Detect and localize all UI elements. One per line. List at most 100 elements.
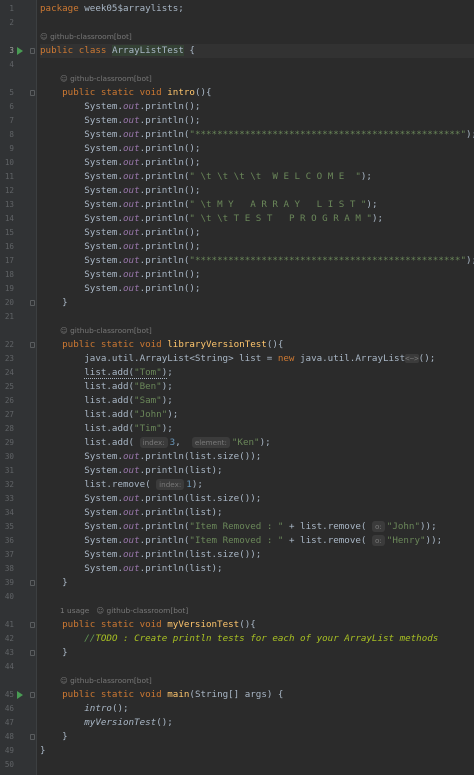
code-line[interactable]: list.remove( index: 1);: [40, 478, 203, 492]
run-icon[interactable]: [17, 691, 23, 699]
line-gutter[interactable]: 1 2 3 4 5 6 7 8 9 10 11 12 13 14 15 16 17 18 19 20 21 22 23 24 2…: [0, 0, 37, 775]
code-line[interactable]: list.add("Sam");: [40, 394, 173, 408]
author-hint[interactable]: ☺ github-classroom[bot]: [60, 72, 152, 86]
line-number: 36: [4, 536, 14, 545]
code-line[interactable]: System.out.println(list.size());: [40, 492, 261, 506]
line-number: 8: [9, 130, 14, 139]
code-line[interactable]: System.out.println();: [40, 114, 200, 128]
code-line[interactable]: System.out.println("********************…: [40, 254, 474, 268]
line-number: 47: [4, 718, 14, 727]
code-line[interactable]: System.out.println(list.size());: [40, 450, 261, 464]
line-number: 40: [4, 592, 14, 601]
author-hint: github-classroom[bot]: [106, 606, 189, 615]
line-number: 33: [4, 494, 14, 503]
usage-count-hint: 1 usage: [60, 606, 90, 615]
code-line[interactable]: System.out.println();: [40, 156, 200, 170]
code-line[interactable]: System.out.println();: [40, 226, 200, 240]
code-line[interactable]: }: [40, 296, 68, 310]
line-number: 38: [4, 564, 14, 573]
usages-author-hint[interactable]: 1 usage ☺ github-classroom[bot]: [60, 604, 188, 618]
code-line[interactable]: System.out.println();: [40, 268, 200, 282]
line-number: 7: [9, 116, 14, 125]
code-line[interactable]: System.out.println(list);: [40, 506, 222, 520]
line-number: 18: [4, 270, 14, 279]
line-number: 17: [4, 256, 14, 265]
line-number: 45: [4, 690, 14, 699]
line-number: 4: [9, 60, 14, 69]
code-line[interactable]: System.out.println(" \t \t T E S T P R O…: [40, 212, 383, 226]
line-number: 46: [4, 704, 14, 713]
code-line[interactable]: list.add("Tom");: [40, 366, 173, 380]
line-number: 39: [4, 578, 14, 587]
code-line[interactable]: intro();: [40, 702, 128, 716]
code-line[interactable]: public static void libraryVersionTest(){: [40, 338, 283, 352]
code-line[interactable]: System.out.println(" \t M Y A R R A Y L …: [40, 198, 377, 212]
code-line[interactable]: System.out.println("Item Removed : " + l…: [40, 520, 437, 534]
person-icon: ☺: [60, 676, 68, 685]
line-number: 32: [4, 480, 14, 489]
person-icon: ☺: [96, 606, 105, 615]
line-number: 15: [4, 228, 14, 237]
code-line[interactable]: public static void main(String[] args) {: [40, 688, 283, 702]
code-line[interactable]: System.out.println(list.size());: [40, 548, 261, 562]
line-number: 23: [4, 354, 14, 363]
code-line[interactable]: list.add("John");: [40, 408, 178, 422]
person-icon: ☺: [40, 32, 48, 41]
fold-icon[interactable]: [30, 90, 35, 96]
fold-icon[interactable]: [30, 300, 35, 306]
run-icon[interactable]: [17, 47, 23, 55]
code-line[interactable]: java.util.ArrayList<String> list = new j…: [40, 352, 435, 366]
line-number: 48: [4, 732, 14, 741]
code-line[interactable]: public class ArrayListTest {: [40, 44, 474, 58]
line-number: 49: [4, 746, 14, 755]
line-number: 44: [4, 662, 14, 671]
fold-icon[interactable]: [30, 580, 35, 586]
code-line[interactable]: list.add("Tim");: [40, 422, 173, 436]
code-line[interactable]: }: [40, 730, 68, 744]
person-icon: ☺: [60, 326, 68, 335]
line-number: 10: [4, 158, 14, 167]
author-hint[interactable]: ☺ github-classroom[bot]: [40, 30, 132, 44]
line-number: 19: [4, 284, 14, 293]
code-line[interactable]: }: [40, 744, 46, 758]
fold-icon[interactable]: [30, 650, 35, 656]
line-number: 20: [4, 298, 14, 307]
line-number: 11: [4, 172, 14, 181]
code-line[interactable]: public static void intro(){: [40, 86, 211, 100]
line-number: 1: [9, 4, 14, 13]
code-line[interactable]: package week05$arraylists;: [40, 2, 184, 16]
fold-icon[interactable]: [30, 622, 35, 628]
code-line[interactable]: System.out.println();: [40, 142, 200, 156]
code-line[interactable]: System.out.println("********************…: [40, 128, 474, 142]
code-line[interactable]: }: [40, 576, 68, 590]
fold-icon[interactable]: [30, 734, 35, 740]
line-number: 6: [9, 102, 14, 111]
code-line[interactable]: System.out.println(" \t \t \t \t W E L C…: [40, 170, 372, 184]
code-line[interactable]: System.out.println("Item Removed : " + l…: [40, 534, 442, 548]
code-line[interactable]: System.out.println();: [40, 184, 200, 198]
code-line[interactable]: //TODO : Create println tests for each o…: [40, 632, 438, 646]
person-icon: ☺: [60, 74, 68, 83]
fold-icon[interactable]: [30, 48, 35, 54]
code-line[interactable]: System.out.println();: [40, 282, 200, 296]
code-line[interactable]: list.add("Ben");: [40, 380, 173, 394]
code-line[interactable]: myVersionTest();: [40, 716, 173, 730]
line-number: 35: [4, 522, 14, 531]
code-line[interactable]: System.out.println(list);: [40, 562, 222, 576]
author-hint[interactable]: ☺ github-classroom[bot]: [60, 674, 152, 688]
code-line[interactable]: System.out.println();: [40, 240, 200, 254]
line-number: 5: [9, 88, 14, 97]
code-line[interactable]: list.add( index: 3, element: "Ken");: [40, 436, 271, 450]
code-line[interactable]: System.out.println();: [40, 100, 200, 114]
code-line[interactable]: public static void myVersionTest(){: [40, 618, 256, 632]
code-line[interactable]: }: [40, 646, 68, 660]
fold-icon[interactable]: [30, 342, 35, 348]
line-number: 29: [4, 438, 14, 447]
line-number: 37: [4, 550, 14, 559]
code-line[interactable]: System.out.println(list);: [40, 464, 222, 478]
line-number: 43: [4, 648, 14, 657]
author-hint[interactable]: ☺ github-classroom[bot]: [60, 324, 152, 338]
fold-icon[interactable]: [30, 692, 35, 698]
code-editor[interactable]: 1 2 3 4 5 6 7 8 9 10 11 12 13 14 15 16 17 18 19 20 21 22 23 24 2…: [0, 0, 474, 775]
line-number: 28: [4, 424, 14, 433]
